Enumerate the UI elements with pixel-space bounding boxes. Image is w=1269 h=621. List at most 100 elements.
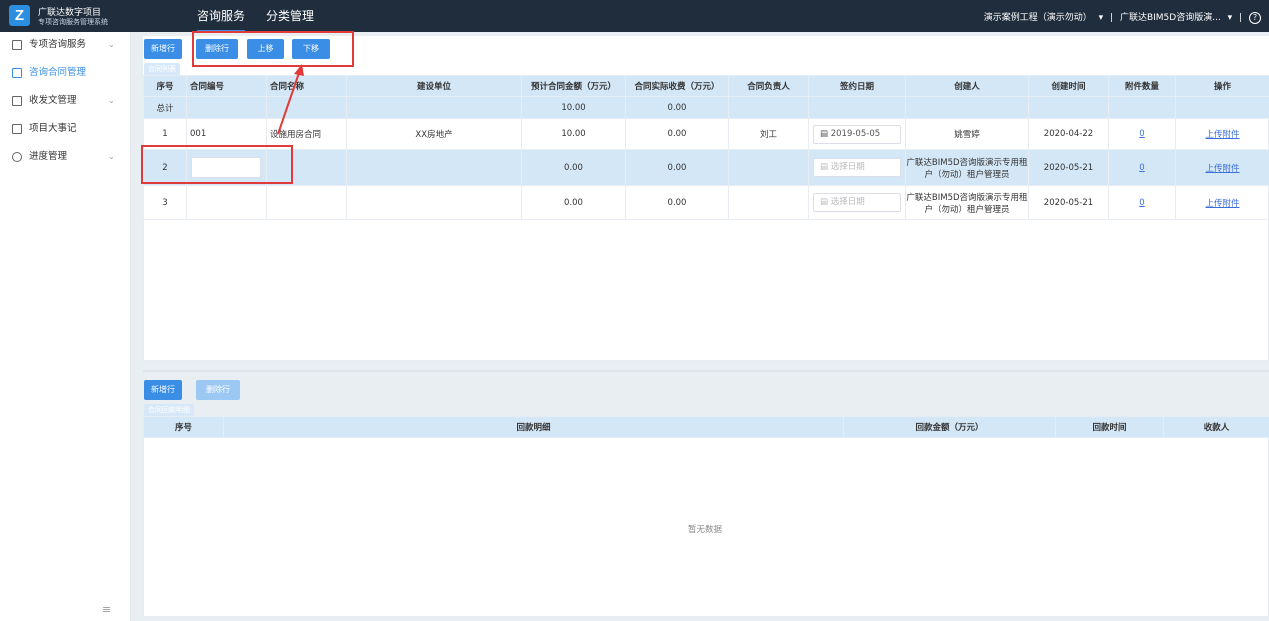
column-header: 合同负责人 <box>728 75 809 97</box>
estimated-amount-cell[interactable]: 0.00 <box>521 185 626 220</box>
action-cell: 上传附件 <box>1175 118 1269 150</box>
created-time-cell: 2020-05-21 <box>1028 149 1109 186</box>
actual-fee-cell: 0.00 <box>625 118 729 150</box>
sidebar-item-label: 项目大事记 <box>29 123 77 134</box>
help-icon[interactable]: ? <box>1249 12 1261 24</box>
actual-fee-cell: 0.00 <box>625 185 729 220</box>
table-row[interactable]: 3 0.00 0.00 ▤ 选择日期 广联达BIM5D咨询版演示专用租户（勿动）… <box>143 185 1269 220</box>
column-header: 合同编号 <box>186 75 267 97</box>
summary-actual: 0.00 <box>625 96 729 119</box>
divider: | <box>1110 13 1114 23</box>
column-header: 预计合同金额（万元） <box>521 75 626 97</box>
chevron-down-icon: ⌄ <box>108 40 115 49</box>
sidebar-item-label: 收发文管理 <box>29 95 77 106</box>
annotation-arrow-head <box>294 64 304 76</box>
project-selector[interactable]: 演示案例工程（演示勿动） <box>984 13 1092 23</box>
payment-delete-row-button[interactable]: 删除行 <box>196 380 240 400</box>
column-header: 创建人 <box>905 75 1029 97</box>
annotation-arrow-line <box>277 69 301 135</box>
column-header: 收款人 <box>1163 416 1269 438</box>
chevron-down-icon[interactable]: ▾ <box>1099 13 1104 23</box>
column-header: 签约日期 <box>808 75 906 97</box>
sidebar-item-label: 专项咨询服务 <box>29 39 87 50</box>
contract-owner-cell[interactable] <box>728 149 809 186</box>
attachment-count-cell: 0 <box>1108 118 1176 150</box>
sidebar-item-label: 咨询合同管理 <box>29 67 87 78</box>
nav-category-management[interactable]: 分类管理 <box>266 7 314 24</box>
summary-label: 总计 <box>143 96 187 119</box>
inbox-icon <box>12 96 22 106</box>
notebook-icon <box>12 124 22 134</box>
sidebar: 专项咨询服务 ⌄ 咨询合同管理 收发文管理 ⌄ 项目大事记 进度管理 ⌄ ≡ <box>0 32 131 621</box>
attachment-count-link[interactable]: 0 <box>1139 163 1144 173</box>
column-header: 序号 <box>143 75 187 97</box>
contract-icon <box>12 68 22 78</box>
tenant-selector[interactable]: 广联达BIM5D咨询版演... <box>1120 13 1221 23</box>
table-row[interactable]: 1 001 设施用房合同 XX房地产 10.00 0.00 刘工 ▤ 2019-… <box>143 118 1269 150</box>
column-header: 操作 <box>1175 75 1269 97</box>
column-header: 合同实际收费（万元） <box>625 75 729 97</box>
add-row-button[interactable]: 新增行 <box>144 39 182 59</box>
upload-attachment-link[interactable]: 上传附件 <box>1205 164 1239 174</box>
payment-add-row-button[interactable]: 新增行 <box>144 380 182 400</box>
brand-subtitle: 专项咨询服务管理系统 <box>38 18 108 26</box>
sidebar-item-contract-management[interactable]: 咨询合同管理 <box>0 62 131 84</box>
actual-fee-cell: 0.00 <box>625 149 729 186</box>
construction-unit-cell[interactable] <box>346 149 522 186</box>
sidebar-item-document-exchange[interactable]: 收发文管理 ⌄ <box>0 90 131 112</box>
summary-row: 总计 10.00 0.00 <box>143 96 1269 119</box>
chevron-down-icon: ⌄ <box>108 96 115 105</box>
nav-consulting-service[interactable]: 咨询服务 <box>197 7 246 32</box>
table-row[interactable]: 2 0.00 0.00 ▤ 选择日期 广联达BIM5D咨询版演示专用租户（勿动）… <box>143 149 1269 186</box>
attachment-count-cell: 0 <box>1108 149 1176 186</box>
panel-divider <box>143 370 1269 372</box>
contract-list-caption: 合同列表 <box>144 63 180 75</box>
sign-date-cell: ▤ 2019-05-05 <box>808 118 906 150</box>
column-header: 回款明细 <box>223 416 844 438</box>
attachment-count-link[interactable]: 0 <box>1139 129 1144 139</box>
annotation-highlight-box <box>141 145 293 184</box>
action-cell: 上传附件 <box>1175 149 1269 186</box>
created-time-cell: 2020-05-21 <box>1028 185 1109 220</box>
contract-table: 序号 合同编号 合同名称 建设单位 预计合同金额（万元） 合同实际收费（万元） … <box>143 75 1269 220</box>
payment-table: 序号 回款明细 回款金额（万元） 回款时间 收款人 <box>143 416 1269 438</box>
date-picker[interactable]: ▤ 选择日期 <box>813 158 901 177</box>
column-header: 回款时间 <box>1055 416 1164 438</box>
chevron-down-icon: ⌄ <box>108 152 115 161</box>
construction-unit-cell[interactable]: XX房地产 <box>346 118 522 150</box>
date-picker[interactable]: ▤ 选择日期 <box>813 193 901 212</box>
upload-attachment-link[interactable]: 上传附件 <box>1205 199 1239 209</box>
creator-cell: 广联达BIM5D咨询版演示专用租户（勿动）租户管理员 <box>905 149 1029 186</box>
creator-cell: 姚雪婷 <box>905 118 1029 150</box>
column-header: 附件数量 <box>1108 75 1176 97</box>
contract-owner-cell[interactable]: 刘工 <box>728 118 809 150</box>
estimated-amount-cell[interactable]: 0.00 <box>521 149 626 186</box>
payment-table-frame <box>143 416 1269 617</box>
top-bar: Z 广联达数字项目 专项咨询服务管理系统 咨询服务 分类管理 演示案例工程（演示… <box>0 0 1269 32</box>
document-icon <box>12 40 22 50</box>
contract-owner-cell[interactable] <box>728 185 809 220</box>
empty-state-text: 暂无数据 <box>688 525 723 535</box>
table-header-row: 序号 回款明细 回款金额（万元） 回款时间 收款人 <box>143 416 1269 438</box>
app-logo: Z <box>9 5 30 26</box>
payment-detail-caption: 合同回款明细 <box>144 404 194 416</box>
collapse-menu-icon[interactable]: ≡ <box>102 603 111 616</box>
date-picker[interactable]: ▤ 2019-05-05 <box>813 124 901 144</box>
stopwatch-icon <box>12 152 22 162</box>
summary-estimated: 10.00 <box>521 96 626 119</box>
table-header-row: 序号 合同编号 合同名称 建设单位 预计合同金额（万元） 合同实际收费（万元） … <box>143 75 1269 97</box>
upload-attachment-link[interactable]: 上传附件 <box>1205 130 1239 140</box>
top-right-area: 演示案例工程（演示勿动） ▾ | 广联达BIM5D咨询版演... ▾ | ? <box>980 10 1261 24</box>
attachment-count-cell: 0 <box>1108 185 1176 220</box>
column-header: 创建时间 <box>1028 75 1109 97</box>
chevron-down-icon[interactable]: ▾ <box>1228 13 1233 23</box>
contract-name-cell[interactable] <box>266 185 347 220</box>
sidebar-item-progress-management[interactable]: 进度管理 ⌄ <box>0 146 131 168</box>
column-header: 回款金额（万元） <box>843 416 1056 438</box>
sidebar-item-project-events[interactable]: 项目大事记 <box>0 118 131 140</box>
construction-unit-cell[interactable] <box>346 185 522 220</box>
estimated-amount-cell[interactable]: 10.00 <box>521 118 626 150</box>
attachment-count-link[interactable]: 0 <box>1139 198 1144 208</box>
contract-code-cell[interactable] <box>186 185 267 220</box>
sidebar-item-special-consulting[interactable]: 专项咨询服务 ⌄ <box>0 34 131 56</box>
